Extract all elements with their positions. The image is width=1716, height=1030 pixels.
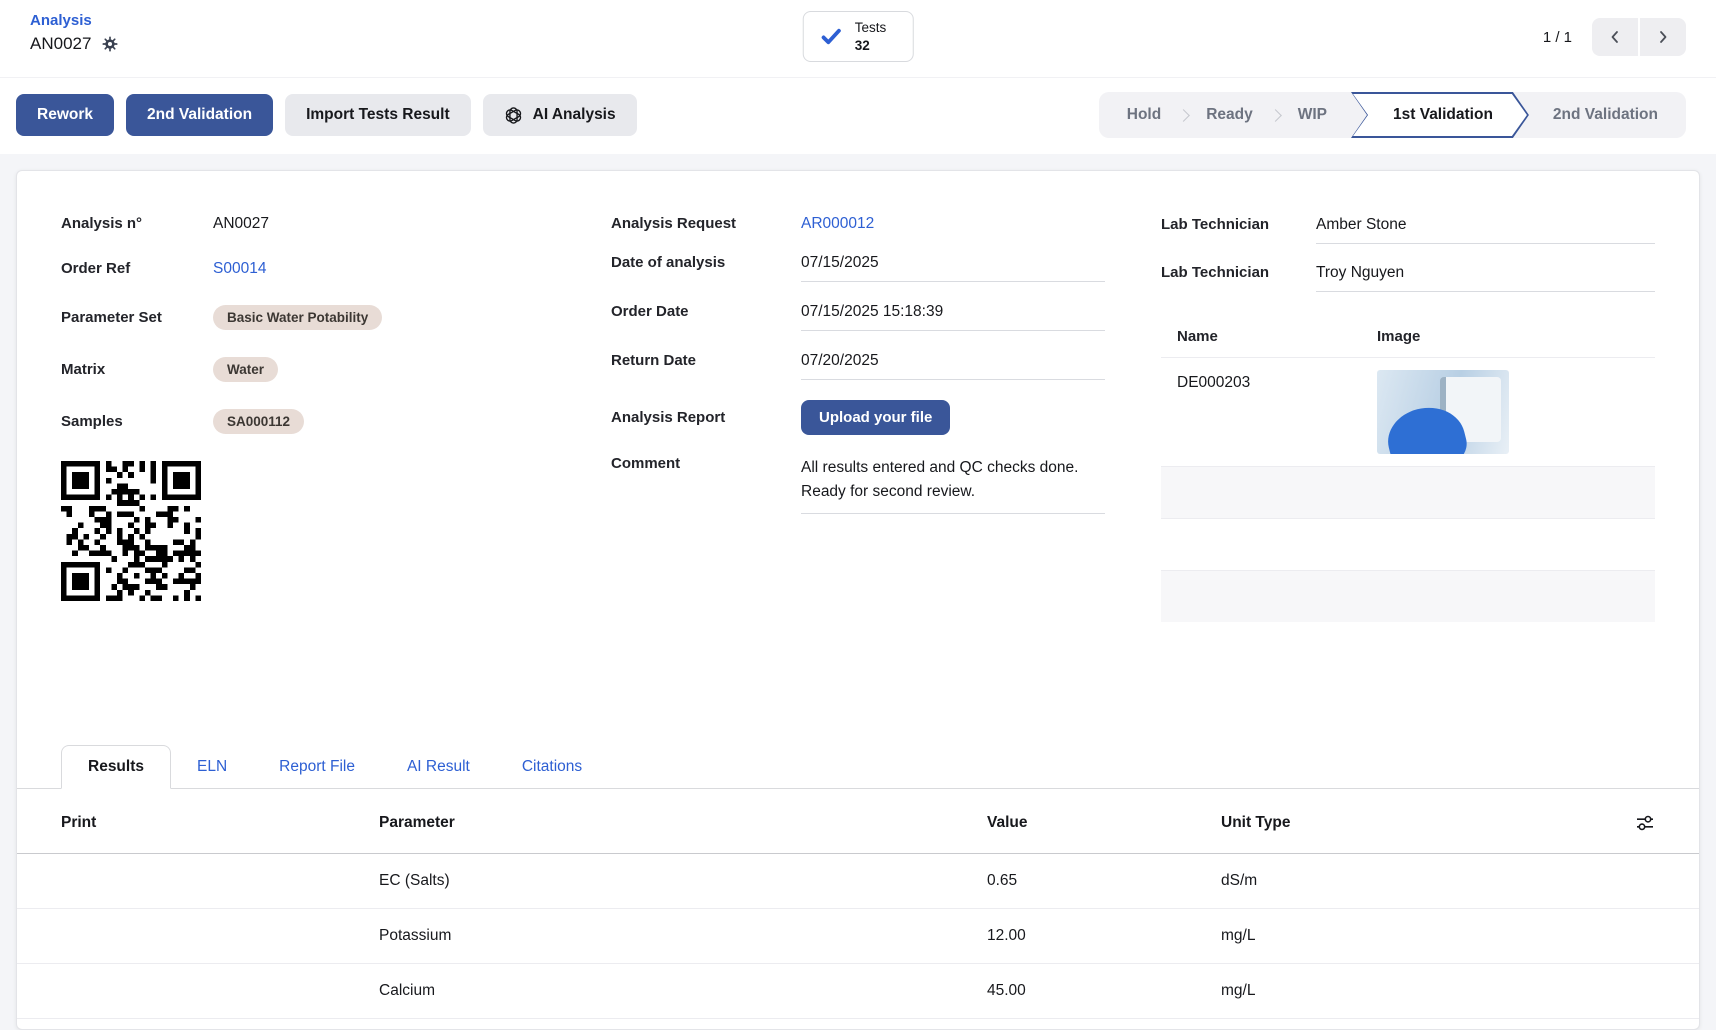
device-empty-row[interactable] <box>1161 466 1655 518</box>
comment-label: Comment <box>611 455 801 472</box>
unit-type-column-header: Unit Type <box>1221 814 1611 832</box>
breadcrumb-analysis-link[interactable]: Analysis <box>30 12 92 29</box>
ai-analysis-button[interactable]: AI Analysis <box>483 94 637 136</box>
gear-icon <box>101 35 119 53</box>
analysis-form-sheet: Analysis n° AN0027 Order Ref S00014 Para… <box>16 170 1700 1030</box>
tests-stat-label: Tests <box>855 19 887 37</box>
order-date-label: Order Date <box>611 303 801 320</box>
tab-eln[interactable]: ELN <box>171 746 253 788</box>
pager-previous-button[interactable] <box>1592 18 1638 56</box>
matrix-label: Matrix <box>61 361 213 378</box>
page-title: AN0027 <box>30 34 91 54</box>
tests-stat-count: 32 <box>855 37 870 55</box>
result-row[interactable]: Potassium 12.00 mg/L <box>17 909 1699 964</box>
parameter-set-label: Parameter Set <box>61 309 213 326</box>
form-middle-column: Analysis Request AR000012 Date of analys… <box>611 215 1105 534</box>
parameter-cell: Potassium <box>379 927 987 945</box>
tab-citations[interactable]: Citations <box>496 746 608 788</box>
check-icon <box>820 25 843 48</box>
samples-badge[interactable]: SA000112 <box>213 409 304 434</box>
pager: 1 / 1 <box>1543 18 1686 56</box>
tests-stat-button[interactable]: Tests 32 <box>803 11 914 62</box>
top-bar: Analysis AN0027 <box>0 0 1716 78</box>
content-area: Analysis n° AN0027 Order Ref S00014 Para… <box>0 154 1716 1030</box>
column-filter-icon[interactable] <box>1635 813 1655 833</box>
device-empty-row[interactable] <box>1161 570 1655 622</box>
analysis-request-link[interactable]: AR000012 <box>801 215 1105 233</box>
date-of-analysis-input[interactable]: 07/15/2025 <box>801 253 1105 282</box>
lab-technician-1-input[interactable]: Amber Stone <box>1316 215 1655 244</box>
value-cell: 45.00 <box>987 982 1221 1000</box>
results-table-header: Print Parameter Value Unit Type <box>17 789 1699 854</box>
stage-2nd-validation[interactable]: 2nd Validation <box>1529 106 1682 124</box>
pager-range: 1 / 1 <box>1543 29 1572 46</box>
tab-results[interactable]: Results <box>61 745 171 789</box>
value-column-header: Value <box>987 814 1221 832</box>
return-date-input[interactable]: 07/20/2025 <box>801 351 1105 380</box>
parameter-cell: Calcium <box>379 982 987 1000</box>
samples-label: Samples <box>61 413 213 430</box>
device-row[interactable]: DE000203 <box>1161 357 1655 466</box>
analysis-report-label: Analysis Report <box>611 409 801 426</box>
devices-name-header: Name <box>1177 328 1377 345</box>
pager-next-button[interactable] <box>1640 18 1686 56</box>
control-panel: Rework 2nd Validation Import Tests Resul… <box>0 78 1716 154</box>
parameter-column-header: Parameter <box>379 814 987 832</box>
value-cell: 12.00 <box>987 927 1221 945</box>
stage-wip[interactable]: WIP <box>1274 106 1351 124</box>
result-row[interactable]: EC (Salts) 0.65 dS/m <box>17 854 1699 909</box>
second-validation-button[interactable]: 2nd Validation <box>126 94 273 136</box>
lab-technician-2-input[interactable]: Troy Nguyen <box>1316 263 1655 292</box>
analysis-no-label: Analysis n° <box>61 215 213 232</box>
stage-1st-validation[interactable]: 1st Validation <box>1351 92 1529 138</box>
devices-image-header: Image <box>1377 328 1655 345</box>
import-tests-result-button[interactable]: Import Tests Result <box>285 94 471 136</box>
order-date-input[interactable]: 07/15/2025 15:18:39 <box>801 302 1105 331</box>
lab-technician-1-label: Lab Technician <box>1161 216 1316 233</box>
breadcrumb-block: Analysis AN0027 <box>30 12 119 54</box>
unit-cell: mg/L <box>1221 927 1611 945</box>
value-cell: 0.65 <box>987 872 1221 890</box>
rework-button[interactable]: Rework <box>16 94 114 136</box>
stage-ready[interactable]: Ready <box>1182 106 1277 124</box>
results-table: Print Parameter Value Unit Type EC (Salt… <box>17 789 1699 1019</box>
chevron-left-icon <box>1607 29 1623 45</box>
unit-cell: dS/m <box>1221 872 1611 890</box>
chevron-right-icon <box>1655 29 1671 45</box>
order-ref-label: Order Ref <box>61 260 213 277</box>
unit-cell: mg/L <box>1221 982 1611 1000</box>
devices-table: Name Image DE000203 <box>1161 318 1655 622</box>
date-of-analysis-label: Date of analysis <box>611 254 801 271</box>
form-right-column: Lab Technician Amber Stone Lab Technicia… <box>1161 215 1655 622</box>
result-row[interactable]: Calcium 45.00 mg/L <box>17 964 1699 1019</box>
parameter-cell: EC (Salts) <box>379 872 987 890</box>
order-ref-link[interactable]: S00014 <box>213 260 555 278</box>
upload-file-button[interactable]: Upload your file <box>801 400 950 435</box>
form-left-column: Analysis n° AN0027 Order Ref S00014 Para… <box>61 215 555 601</box>
qr-code-image <box>61 461 555 601</box>
device-image-thumbnail[interactable] <box>1377 370 1509 454</box>
matrix-badge[interactable]: Water <box>213 357 278 382</box>
settings-gear-button[interactable] <box>101 35 119 53</box>
comment-input[interactable]: All results entered and QC checks done. … <box>801 455 1105 514</box>
devices-table-header: Name Image <box>1161 318 1655 357</box>
notebook-tabs: Results ELN Report File AI Result Citati… <box>17 745 1699 789</box>
device-empty-row[interactable] <box>1161 518 1655 570</box>
analysis-request-label: Analysis Request <box>611 215 801 232</box>
analysis-no-value: AN0027 <box>213 215 555 233</box>
return-date-label: Return Date <box>611 352 801 369</box>
print-column-header: Print <box>61 814 379 832</box>
tab-report-file[interactable]: Report File <box>253 746 381 788</box>
ai-icon <box>504 106 523 125</box>
statusbar: Hold Ready WIP 1st Validation 2nd Valida… <box>1099 92 1686 138</box>
lab-technician-2-label: Lab Technician <box>1161 264 1316 281</box>
stage-hold[interactable]: Hold <box>1103 106 1185 124</box>
device-name: DE000203 <box>1177 370 1377 392</box>
parameter-set-badge[interactable]: Basic Water Potability <box>213 305 382 330</box>
tab-ai-result[interactable]: AI Result <box>381 746 496 788</box>
